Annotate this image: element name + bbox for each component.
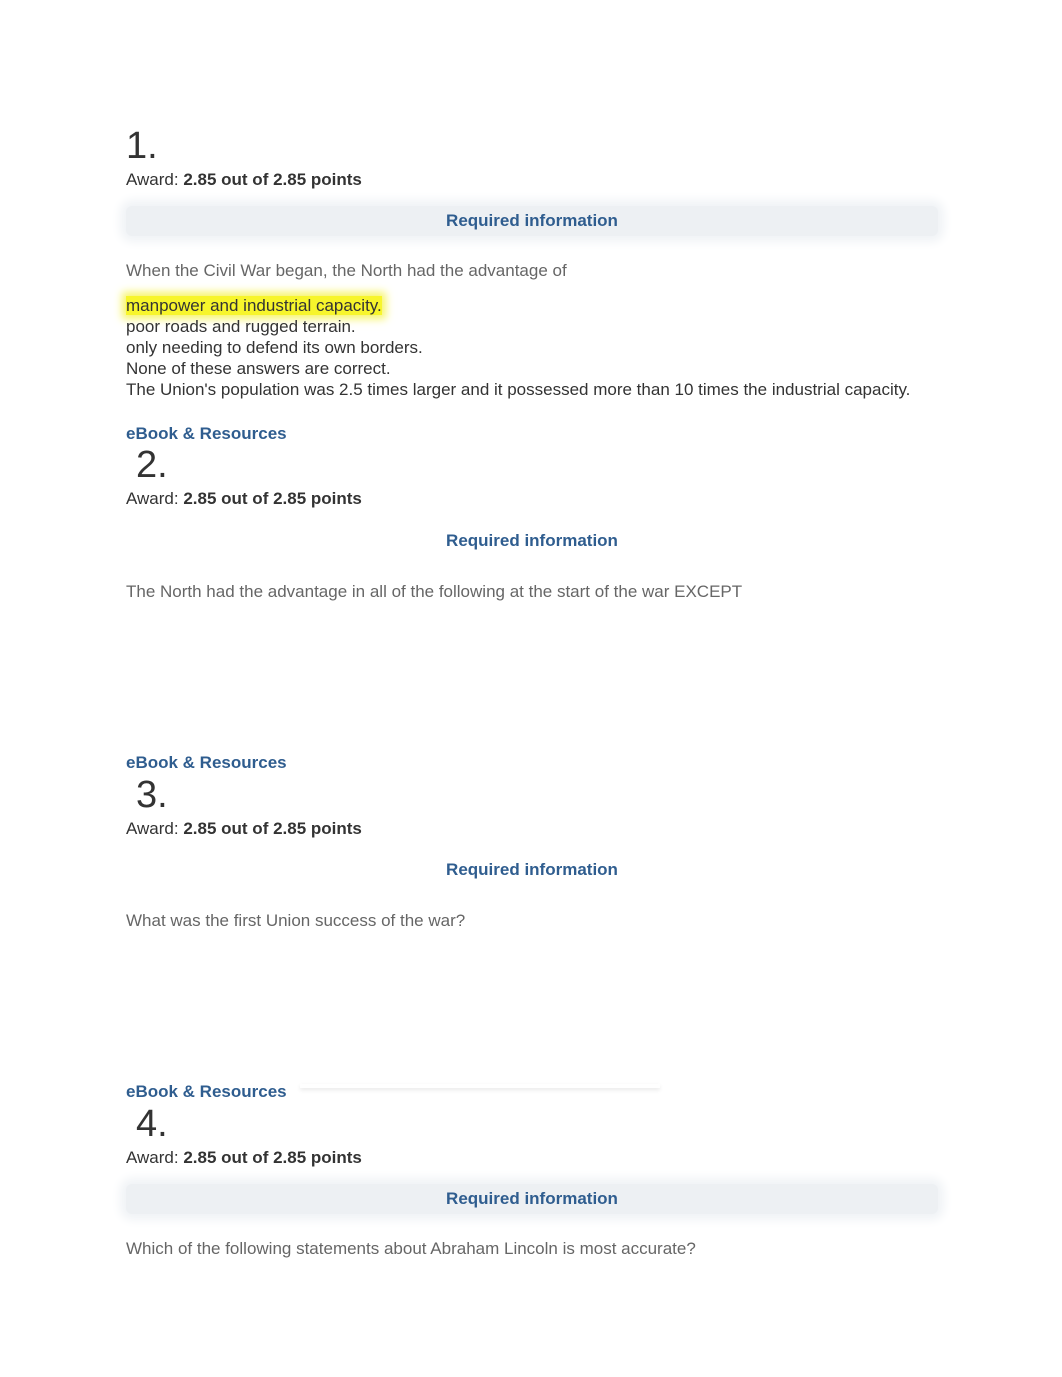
question-prompt: The North had the advantage in all of th… (126, 582, 743, 601)
required-information-header: Required information (126, 206, 938, 236)
required-information-label: Required information (446, 531, 618, 550)
required-information-header: Required information (126, 526, 938, 556)
award-label: Award: (126, 1148, 179, 1167)
divider (300, 1084, 660, 1088)
question-number: 1. (126, 125, 158, 167)
award-label: Award: (126, 819, 179, 838)
question-prompt: Which of the following statements about … (126, 1239, 696, 1258)
question-number: 4. (136, 1103, 168, 1145)
award-line: Award: 2.85 out of 2.85 points (126, 819, 362, 839)
answer-option[interactable]: None of these answers are correct. (126, 358, 926, 379)
award-score: 2.85 out of 2.85 points (183, 1148, 362, 1167)
required-information-header: Required information (126, 1184, 938, 1214)
answer-option-selected[interactable]: manpower and industrial capacity. (126, 295, 926, 316)
question-prompt: When the Civil War began, the North had … (126, 261, 567, 280)
ebook-resources-link[interactable]: eBook & Resources (126, 1082, 287, 1102)
ebook-resources-link[interactable]: eBook & Resources (126, 753, 287, 773)
required-information-header: Required information (126, 855, 938, 885)
question-number: 2. (136, 444, 168, 486)
answer-option[interactable]: only needing to defend its own borders. (126, 337, 926, 358)
answer-list: manpower and industrial capacity. poor r… (126, 295, 926, 400)
answer-option[interactable]: poor roads and rugged terrain. (126, 316, 926, 337)
award-label: Award: (126, 489, 179, 508)
award-score: 2.85 out of 2.85 points (183, 489, 362, 508)
award-line: Award: 2.85 out of 2.85 points (126, 1148, 362, 1168)
ebook-resources-link[interactable]: eBook & Resources (126, 424, 287, 444)
question-prompt: What was the first Union success of the … (126, 911, 466, 930)
required-information-label: Required information (446, 1189, 618, 1208)
question-number: 3. (136, 774, 168, 816)
required-information-label: Required information (446, 860, 618, 879)
award-score: 2.85 out of 2.85 points (183, 170, 362, 189)
award-score: 2.85 out of 2.85 points (183, 819, 362, 838)
required-information-label: Required information (446, 211, 618, 230)
award-line: Award: 2.85 out of 2.85 points (126, 170, 362, 190)
answer-explanation: The Union's population was 2.5 times lar… (126, 380, 911, 399)
highlighted-answer: manpower and industrial capacity. (126, 296, 382, 315)
award-line: Award: 2.85 out of 2.85 points (126, 489, 362, 509)
award-label: Award: (126, 170, 179, 189)
